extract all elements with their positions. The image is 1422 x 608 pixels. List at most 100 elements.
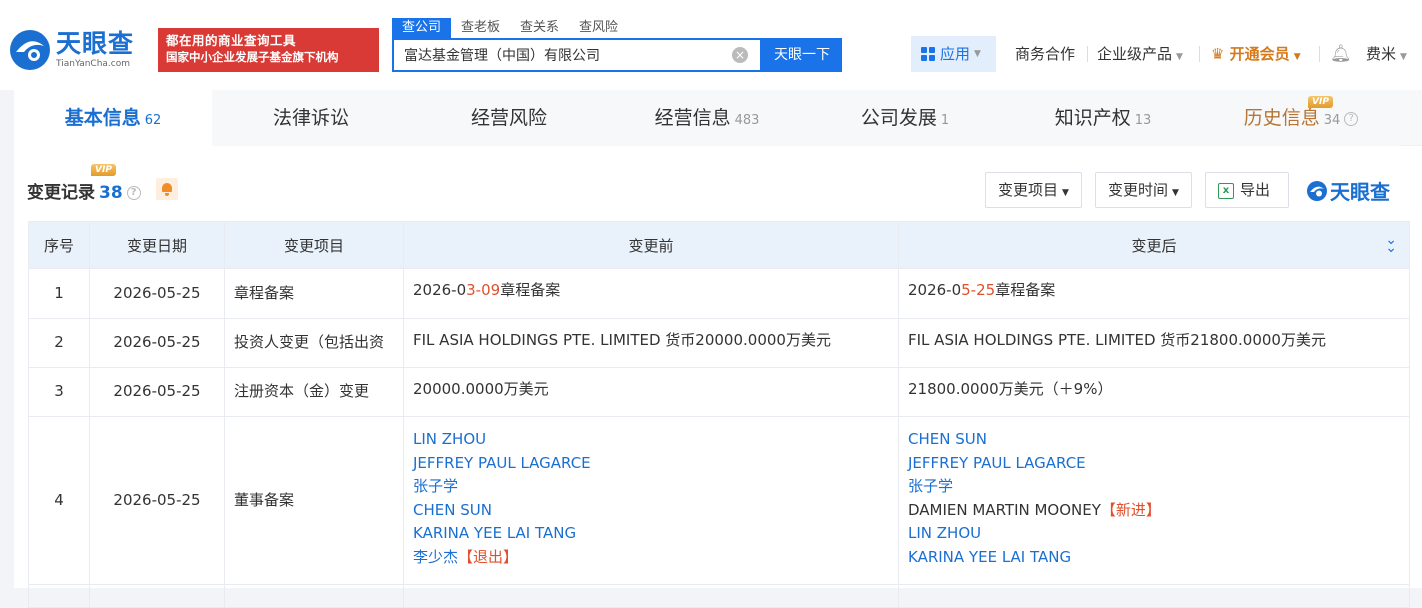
- tab-business-risk[interactable]: 经营风险: [410, 90, 608, 146]
- person-link[interactable]: 张子学: [908, 477, 953, 495]
- tab-count: 13: [1134, 113, 1152, 128]
- tianyancha-logo[interactable]: 天眼查 TianYanCha.com: [8, 28, 134, 72]
- slogan-line1: 都在用的商业查询工具: [166, 33, 297, 48]
- tab-label: 经营信息: [654, 107, 731, 129]
- tab-label: 经营风险: [470, 107, 547, 129]
- nav-enterprise-products[interactable]: 企业级产品 ▼: [1097, 36, 1183, 72]
- row-after: 2026-05-25章程备案: [898, 268, 1410, 319]
- tab-business-info[interactable]: 经营信息 483: [608, 90, 806, 146]
- tab-label: 历史信息: [1243, 107, 1320, 129]
- table-header-row: 序号 变更日期 变更项目 变更前 变更后 ⌄ ⌄: [28, 221, 1410, 269]
- tab-basic-info[interactable]: 基本信息 62: [14, 90, 212, 146]
- col-before: 变更前: [403, 221, 899, 269]
- row-after: 21800.0000万美元（＋9%）: [898, 367, 1410, 417]
- clear-icon[interactable]: ×: [732, 47, 748, 63]
- person-link[interactable]: KARINA YEE LAI TANG: [908, 548, 1071, 566]
- filter-item-label: 变更项目: [998, 181, 1059, 199]
- tab-development[interactable]: 公司发展 1: [806, 90, 1004, 146]
- tab-label: 知识产权: [1054, 107, 1131, 129]
- person-link[interactable]: LIN ZHOU: [413, 430, 486, 448]
- text-part: 2026-0: [413, 281, 467, 299]
- nav-business[interactable]: 商务合作: [1015, 36, 1075, 72]
- tab-count: 62: [144, 113, 162, 128]
- row-date: 2026-05-25: [89, 268, 225, 319]
- row-before: LIN ZHOU JEFFREY PAUL LAGARCE 张子学 CHEN S…: [403, 416, 899, 585]
- caret-down-icon: ▼: [1062, 188, 1069, 198]
- person-entry: 张子学: [413, 475, 889, 499]
- section-title: 变更记录 38?: [27, 178, 141, 203]
- row-no: 4: [28, 416, 90, 585]
- brand-text: 天眼查: [1330, 180, 1390, 204]
- person-link[interactable]: JEFFREY PAUL LAGARCE: [413, 454, 591, 472]
- person-link[interactable]: KARINA YEE LAI TANG: [413, 524, 576, 542]
- expand-all-icon[interactable]: ⌄ ⌄: [1385, 233, 1397, 255]
- person-link[interactable]: JEFFREY PAUL LAGARCE: [908, 454, 1086, 472]
- subscribe-bell-icon[interactable]: [156, 178, 178, 200]
- search-button[interactable]: 天眼一下: [762, 38, 842, 72]
- highlight-part: 3-09: [466, 281, 501, 299]
- person-entry: 李少杰【退出】: [413, 546, 889, 570]
- col-item: 变更项目: [224, 221, 404, 269]
- person-link[interactable]: 李少杰: [413, 548, 458, 566]
- brand-watermark: 天眼查: [1306, 176, 1390, 205]
- col-date[interactable]: 变更日期: [89, 221, 225, 269]
- apps-label: 应用: [940, 45, 971, 63]
- row-before: 20000.0000万美元: [403, 367, 899, 417]
- export-button[interactable]: x 导出: [1205, 172, 1289, 208]
- logo-eye-icon: [10, 30, 50, 70]
- search-tab-company[interactable]: 查公司: [392, 18, 452, 38]
- caret-down-icon: ▼: [1293, 52, 1301, 62]
- grid-icon: [921, 47, 935, 61]
- tab-ip[interactable]: 知识产权 13: [1004, 90, 1202, 146]
- user-menu[interactable]: 费米 ▼: [1366, 36, 1407, 72]
- slogan-banner: 都在用的商业查询工具 国家中小企业发展子基金旗下机构: [158, 28, 379, 72]
- person-entry: JEFFREY PAUL LAGARCE: [413, 452, 889, 476]
- help-icon[interactable]: ?: [1344, 111, 1359, 126]
- nav-open-vip[interactable]: ♛ 开通会员 ▼: [1211, 36, 1301, 72]
- person-entry: LIN ZHOU: [908, 522, 1400, 546]
- section-count: 38: [99, 183, 123, 203]
- row-date: 2026-05-25: [89, 416, 225, 585]
- text-part: 章程备案: [500, 281, 561, 299]
- logo-name: 天眼查: [56, 29, 135, 58]
- search-input[interactable]: [394, 40, 724, 70]
- col-after-label: 变更后: [1131, 236, 1177, 255]
- excel-icon: x: [1218, 182, 1234, 199]
- logo-domain: TianYanCha.com: [56, 59, 131, 69]
- person-entry: CHEN SUN: [413, 499, 889, 523]
- filter-change-item-button[interactable]: 变更项目 ▼: [985, 172, 1082, 208]
- tab-legal[interactable]: 法律诉讼: [212, 90, 410, 146]
- person-entry: DAMIEN MARTIN MOONEY【新进】: [908, 499, 1400, 523]
- row-after: CHEN SUN JEFFREY PAUL LAGARCE 张子学 DAMIEN…: [898, 416, 1410, 585]
- apps-menu-button[interactable]: 应用 ▼: [911, 36, 996, 72]
- tab-label: 法律诉讼: [272, 107, 349, 129]
- tab-history[interactable]: VIP 历史信息 34?: [1202, 90, 1400, 146]
- person-link[interactable]: LIN ZHOU: [908, 524, 981, 542]
- search-tab-boss[interactable]: 查老板: [451, 18, 510, 38]
- person-entry: KARINA YEE LAI TANG: [908, 546, 1400, 570]
- tab-count: 34: [1323, 113, 1341, 128]
- highlight-part: 5-25: [961, 281, 996, 299]
- person-link[interactable]: CHEN SUN: [413, 501, 492, 519]
- person-link[interactable]: CHEN SUN: [908, 430, 987, 448]
- exit-tag: 【退出】: [458, 547, 519, 566]
- filter-change-time-button[interactable]: 变更时间 ▼: [1095, 172, 1192, 208]
- person-entry: LIN ZHOU: [413, 428, 889, 452]
- search-tab-relation[interactable]: 查关系: [510, 18, 569, 38]
- help-icon[interactable]: ?: [126, 186, 141, 200]
- person-link[interactable]: 张子学: [413, 477, 458, 495]
- search-tab-risk[interactable]: 查风险: [569, 18, 628, 38]
- tab-label: 公司发展: [860, 107, 937, 129]
- tab-count: 1: [940, 113, 950, 128]
- slogan-line2: 国家中小企业发展子基金旗下机构: [166, 50, 339, 64]
- divider: [1199, 46, 1200, 62]
- vip-badge: VIP: [1308, 96, 1333, 108]
- row-before: 2026-03-09章程备案: [403, 268, 899, 319]
- col-after: 变更后 ⌄ ⌄: [898, 221, 1410, 269]
- row-before: FIL ASIA HOLDINGS PTE. LIMITED 货币20000.0…: [403, 318, 899, 368]
- caret-down-icon: ▼: [974, 49, 981, 59]
- bell-icon[interactable]: 🔔︎: [1330, 36, 1352, 72]
- row-date: 2026-05-25: [89, 367, 225, 417]
- filter-time-label: 变更时间: [1108, 181, 1169, 199]
- export-label: 导出: [1240, 181, 1271, 199]
